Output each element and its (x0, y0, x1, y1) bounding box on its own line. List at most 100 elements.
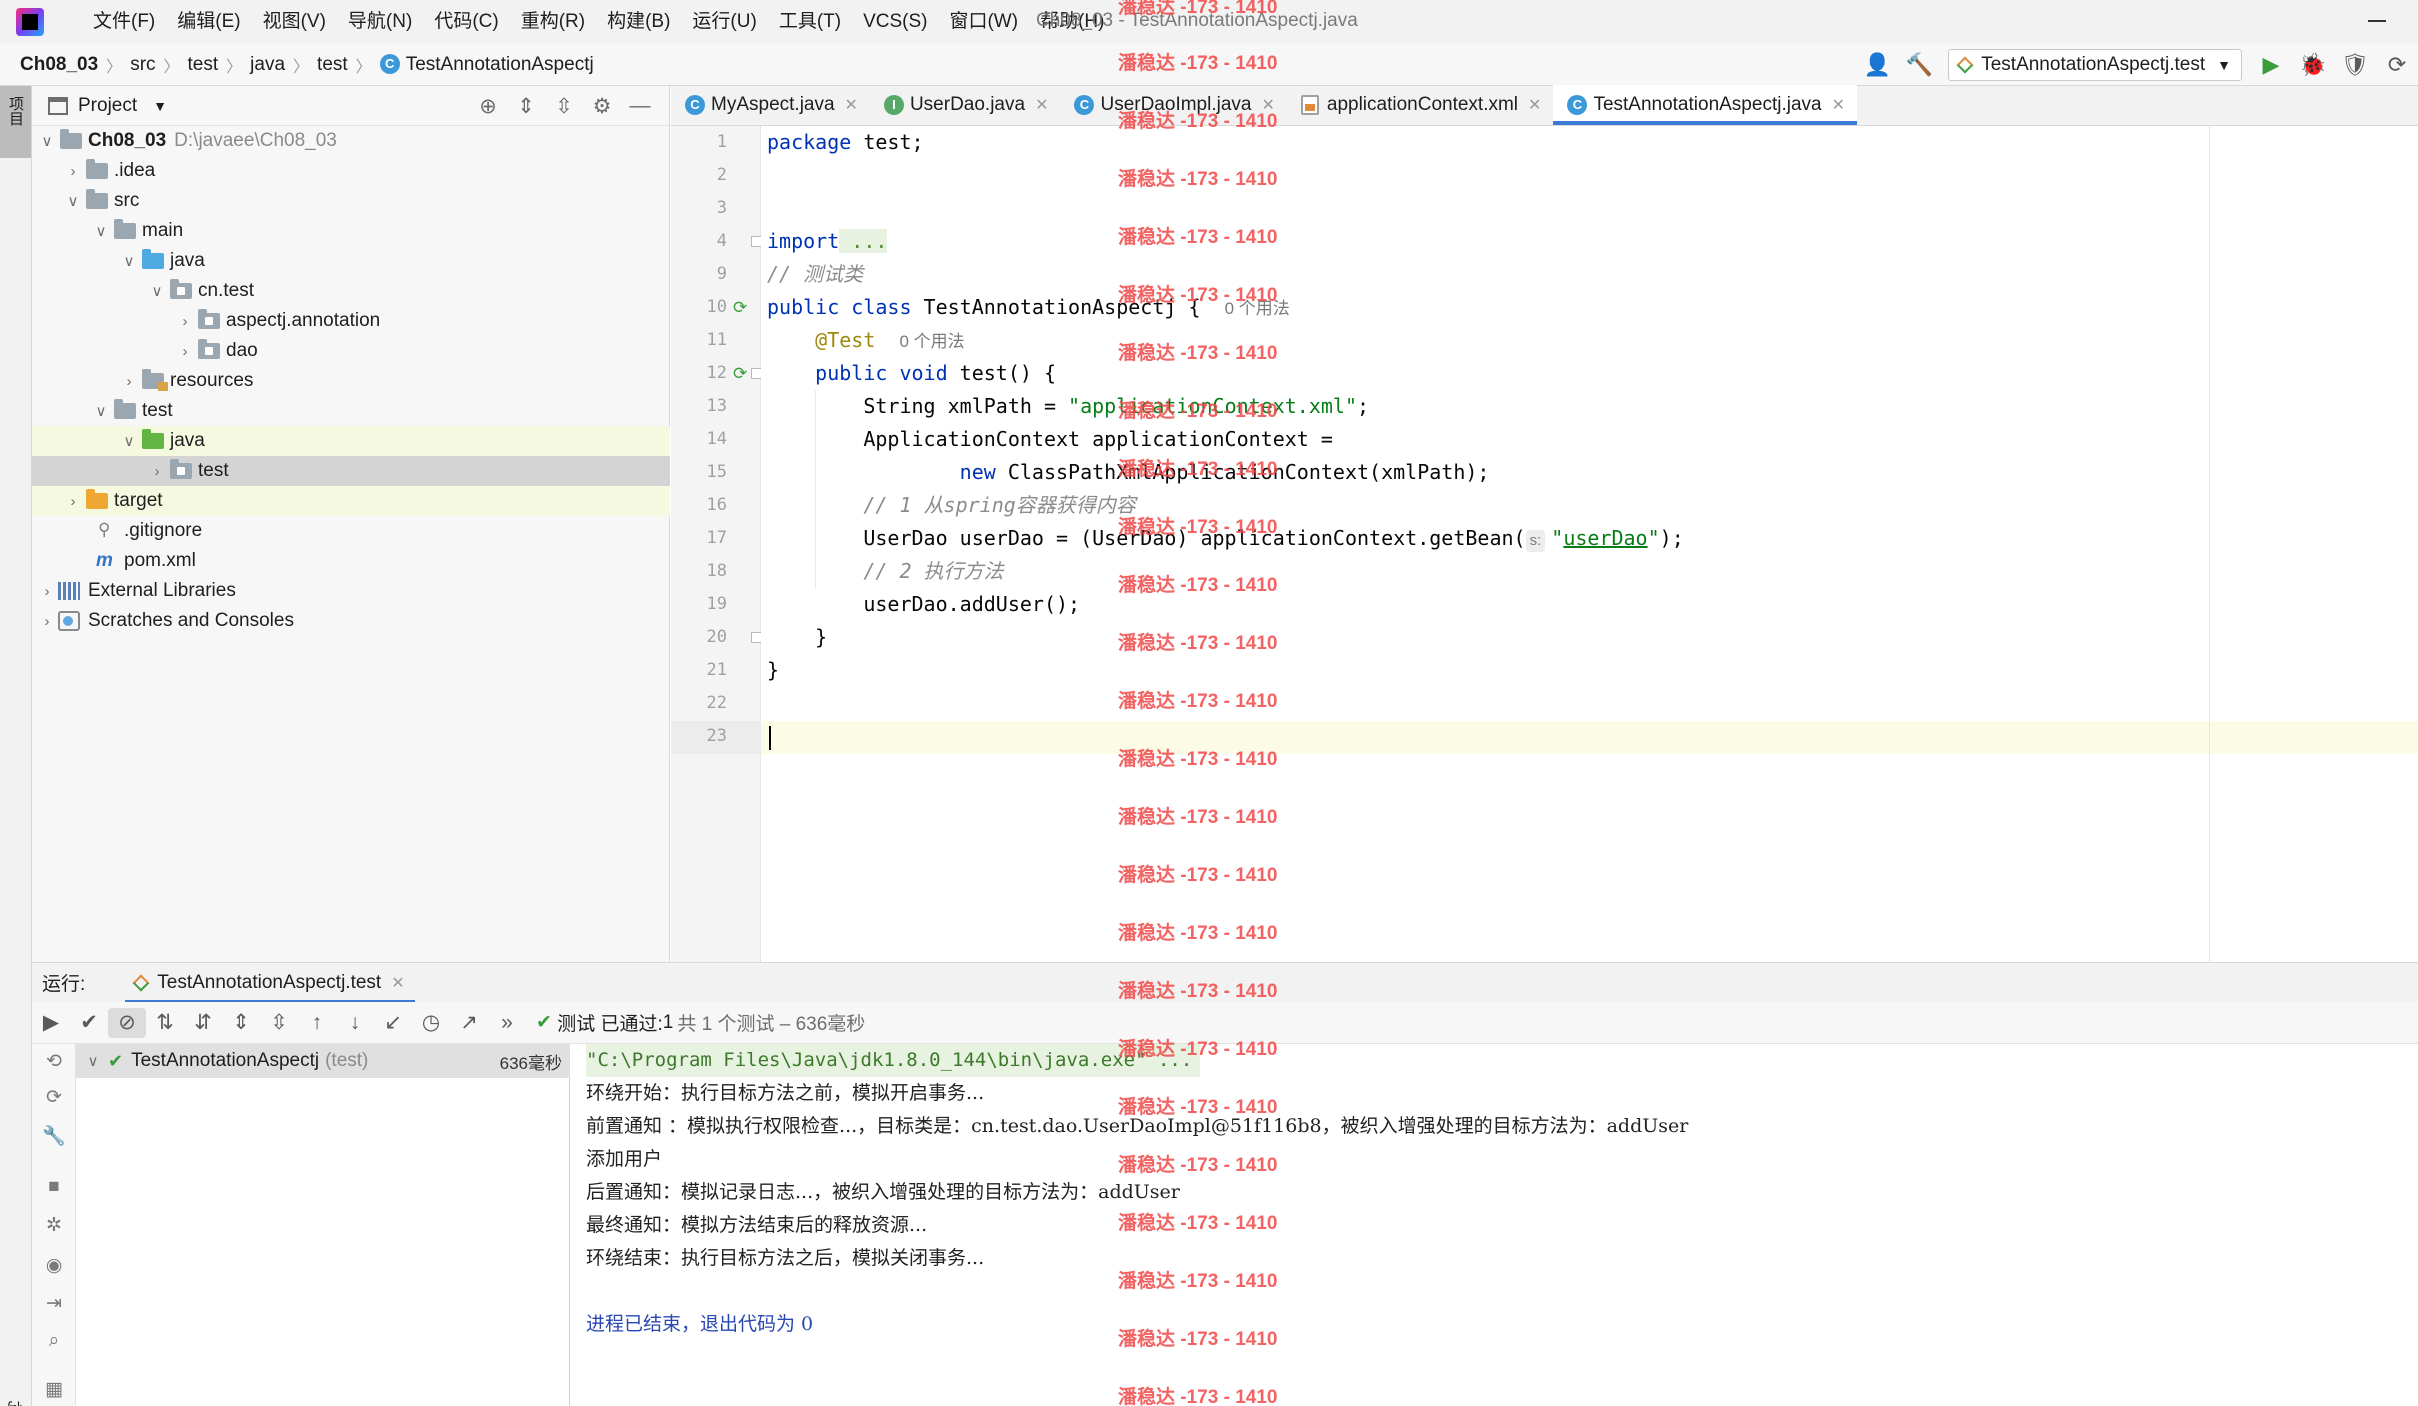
tab-userdao[interactable]: I UserDao.java ✕ (870, 85, 1061, 125)
tab-userdaoimpl[interactable]: C UserDaoImpl.java ✕ (1060, 85, 1286, 125)
sort-duration-icon[interactable]: ⇵ (184, 1010, 222, 1035)
debug-gray-icon[interactable]: ✲ (42, 1214, 66, 1237)
code-editor[interactable]: package test; import ... // 测试类 public c… (761, 126, 2418, 962)
chevron-right-icon[interactable]: › (146, 463, 168, 480)
menu-window[interactable]: 窗口(W) (938, 0, 1029, 44)
chevron-down-icon[interactable]: ∨ (82, 1052, 104, 1070)
hide-icon[interactable]: — (621, 94, 659, 118)
chevron-right-icon[interactable]: › (62, 163, 84, 180)
tree-item-dao[interactable]: › dao (32, 336, 670, 366)
menu-vcs[interactable]: VCS(S) (852, 0, 938, 44)
collapse-all-icon[interactable]: ⇳ (545, 94, 583, 119)
chevron-down-icon[interactable]: ∨ (36, 132, 58, 150)
tree-item-target[interactable]: › target (32, 486, 670, 516)
close-icon[interactable]: ✕ (1035, 95, 1048, 115)
menu-code[interactable]: 代码(C) (423, 0, 509, 44)
usages-hint[interactable]: 0 个用法 (899, 332, 964, 351)
tree-item-cn-test[interactable]: ∨ cn.test (32, 276, 670, 306)
exit-icon[interactable]: ⇥ (42, 1292, 66, 1315)
tree-item-scratches[interactable]: › Scratches and Consoles (32, 606, 670, 636)
run-configuration-select[interactable]: TestAnnotationAspectj.test ▼ (1948, 49, 2242, 81)
usages-hint[interactable]: 0 个用法 (1225, 299, 1290, 318)
breadcrumb-class[interactable]: C TestAnnotationAspectj (376, 54, 598, 76)
next-failed-icon[interactable]: ↓ (336, 1011, 374, 1035)
chevron-right-icon[interactable]: › (118, 373, 140, 390)
rerun-icon[interactable]: ▶ (32, 1010, 70, 1035)
run-gutter-icon[interactable]: ⟳ (733, 365, 751, 383)
show-ignored-icon[interactable]: ⊘ (108, 1007, 146, 1038)
tree-item-test[interactable]: ∨ test (32, 396, 670, 426)
chevron-right-icon[interactable]: › (62, 493, 84, 510)
chevron-right-icon[interactable]: › (36, 583, 58, 600)
build-hammer-icon[interactable]: 🔨 (1903, 49, 1935, 81)
camera-icon[interactable]: ◉ (42, 1254, 66, 1277)
collapse-all-icon[interactable]: ⇳ (260, 1010, 298, 1035)
wrench-icon[interactable]: 🔧 (42, 1124, 66, 1148)
run-rerun-icon[interactable]: ⟲ (42, 1050, 66, 1073)
tree-item-idea[interactable]: › .idea (32, 156, 670, 186)
minimize-icon[interactable] (2368, 20, 2386, 22)
expand-all-icon[interactable]: ⇕ (222, 1010, 260, 1035)
project-view-selector[interactable]: Project ▼ (48, 95, 167, 117)
tree-item-main-java[interactable]: ∨ java (32, 246, 670, 276)
tree-item-pom[interactable]: m pom.xml (32, 546, 670, 576)
prev-failed-icon[interactable]: ↑ (298, 1011, 336, 1035)
tree-item-test-package[interactable]: › test (32, 456, 670, 486)
menu-tools[interactable]: 工具(T) (768, 0, 852, 44)
menu-edit[interactable]: 编辑(E) (166, 0, 251, 44)
menu-view[interactable]: 视图(V) (252, 0, 337, 44)
chevron-down-icon[interactable]: ∨ (146, 282, 168, 300)
tab-applicationcontext-xml[interactable]: applicationContext.xml ✕ (1287, 85, 1554, 125)
breadcrumb-package[interactable]: test (313, 54, 352, 76)
user-icon[interactable]: 👤 (1861, 49, 1893, 81)
tab-testannotationaspectj[interactable]: C TestAnnotationAspectj.java ✕ (1553, 85, 1857, 125)
chevron-down-icon[interactable]: ∨ (90, 402, 112, 420)
close-icon[interactable]: ✕ (845, 95, 858, 115)
run-icon[interactable]: ▶ (2255, 49, 2287, 81)
run-gutter-icon[interactable]: ⟳ (733, 299, 751, 317)
stop-icon[interactable]: ■ (42, 1176, 66, 1198)
expand-all-icon[interactable]: ⇕ (507, 94, 545, 119)
test-result-row[interactable]: ∨ ✔ TestAnnotationAspectj (test) 636毫秒 (76, 1044, 570, 1078)
rerun-failed-icon[interactable]: ⟳ (42, 1086, 66, 1109)
debug-icon[interactable]: 🐞 (2297, 49, 2329, 81)
search-icon[interactable]: ⌕ (42, 1330, 66, 1352)
close-icon[interactable]: ✕ (1832, 95, 1845, 115)
tree-item-test-java[interactable]: ∨ java (32, 426, 670, 456)
breadcrumb-project[interactable]: Ch08_03 (16, 54, 102, 76)
export-icon[interactable]: ↗ (450, 1010, 488, 1035)
chevron-down-icon[interactable]: ∨ (118, 252, 140, 270)
history-icon[interactable]: ◷ (412, 1010, 450, 1035)
locate-target-icon[interactable]: ⊕ (469, 94, 507, 119)
import-tests-icon[interactable]: ↙ (374, 1010, 412, 1035)
more-icon[interactable]: » (488, 1011, 526, 1035)
chevron-right-icon[interactable]: › (174, 343, 196, 360)
coverage-icon[interactable]: 🛡 (2339, 49, 2371, 81)
menu-navigate[interactable]: 导航(N) (337, 0, 423, 44)
breadcrumb-src[interactable]: src (126, 54, 159, 76)
menu-refactor[interactable]: 重构(R) (510, 0, 596, 44)
tab-run-config[interactable]: TestAnnotationAspectj.test ✕ (125, 963, 415, 1003)
tree-item-gitignore[interactable]: ⚲ .gitignore (32, 516, 670, 546)
menu-build[interactable]: 构建(B) (596, 0, 681, 44)
close-icon[interactable]: ✕ (1261, 95, 1274, 115)
close-icon[interactable]: ✕ (1528, 95, 1541, 115)
tree-item-external-libraries[interactable]: › External Libraries (32, 576, 670, 606)
layout-icon[interactable]: ▦ (42, 1378, 66, 1401)
folded-imports[interactable]: ... (839, 229, 888, 253)
menu-file[interactable]: 文件(F) (82, 0, 166, 44)
sort-alpha-icon[interactable]: ⇅ (146, 1010, 184, 1035)
tree-item-main[interactable]: ∨ main (32, 216, 670, 246)
chevron-right-icon[interactable]: › (174, 313, 196, 330)
gear-icon[interactable]: ⚙ (583, 94, 621, 119)
profile-icon[interactable]: ⟳ (2381, 49, 2413, 81)
tree-item-resources[interactable]: › resources (32, 366, 670, 396)
project-tool-tab[interactable]: 项目 (0, 86, 31, 158)
chevron-down-icon[interactable]: ∨ (62, 192, 84, 210)
chevron-down-icon[interactable]: ∨ (90, 222, 112, 240)
tree-item-aspectj-annotation[interactable]: › aspectj.annotation (32, 306, 670, 336)
breadcrumb-test[interactable]: test (184, 54, 223, 76)
tree-item-root[interactable]: ∨ Ch08_03 D:\javaee\Ch08_03 (32, 126, 670, 156)
chevron-right-icon[interactable]: › (36, 613, 58, 630)
tree-item-src[interactable]: ∨ src (32, 186, 670, 216)
